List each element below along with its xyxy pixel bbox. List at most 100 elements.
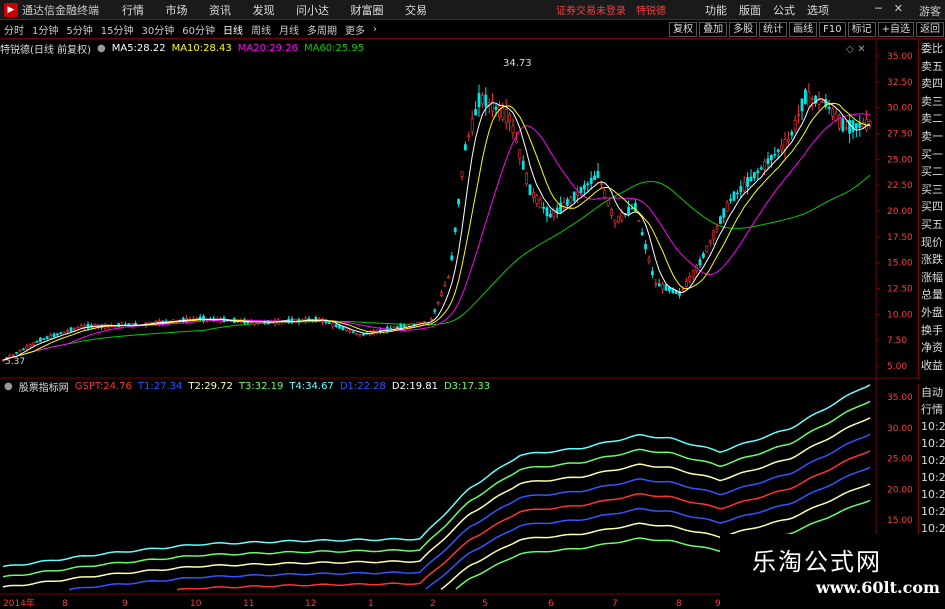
candle-body [831,108,835,117]
ma20-value: 29.26 [269,42,298,54]
ind-t3-value: 32.19 [254,380,284,392]
candle-body [508,114,512,122]
candle-body [786,138,790,142]
candle-body [712,230,716,240]
candle-body [436,301,440,304]
tick-row: 10:26 [921,471,945,484]
candle-body [470,118,474,132]
quote-field-label: 卖五 [921,59,943,73]
candle-body [402,325,406,328]
y-tick-label: 25.00 [887,155,913,165]
ma-info-bar: 特锐德(日线 前复权) ● MA5: 28.22 MA10: 28.43 MA2… [0,40,370,56]
candle-body [739,186,743,193]
ind-d3-label: D3: [443,380,462,392]
candle-body [701,253,705,258]
indicator-name[interactable]: 股票指标网 [19,379,69,394]
stock-title[interactable]: 特锐德(日线 前复权) [0,41,91,56]
candle-body [820,101,824,103]
candle-body [773,154,777,156]
ind-t1-value: 27.34 [153,380,183,392]
candle-body [647,258,651,262]
candle-body [715,226,719,230]
candle-body [698,259,702,266]
indicator-info-bar: ● 股票指标网 GSPT: 24.76 T1: 27.34 T2: 29.72 … [0,378,496,394]
candle-body [797,114,801,116]
ma20-label: MA20: [237,42,270,54]
candle-body [640,232,644,236]
candle-body [780,144,784,151]
candle-body [684,281,688,287]
quote-field-label: 卖四 [921,77,943,91]
quote-field-label: 涨幅 [921,270,943,284]
y-tick-label: 30.00 [887,424,913,434]
candle-body [361,333,365,336]
candle-body [579,187,583,194]
candle-body [729,198,733,202]
candle-body [582,184,586,190]
candle-body [854,123,858,129]
candle-body [732,191,736,201]
ma10-value: 28.43 [203,42,232,54]
quote-panel: 委比 卖五 卖四 卖三 卖二 卖一 买一 买二 买三 买四 买五 现价 涨跌 涨幅 总量 外盘 换手 净资 收益 [918,40,945,380]
x-tick-label: 8 [676,599,682,609]
candle-body [627,206,631,214]
quote-field-label: 买五 [921,217,943,231]
indicator-icon[interactable]: ● [4,381,13,392]
quote-field-label: 净资 [921,341,943,355]
x-tick-label: 1 [368,599,374,609]
candle-body [749,176,753,181]
candle-body [610,208,614,216]
x-tick-label: 9 [122,599,128,609]
x-tick-label: 5 [482,599,488,609]
y-tick-label: 25.00 [887,455,913,465]
candle-body [440,292,444,296]
candle-body [355,333,359,335]
settings-icon[interactable]: ● [97,43,106,54]
candle-body [589,177,593,184]
candle-body [603,189,607,198]
candle-body [514,139,518,143]
candle-body [681,288,685,291]
collapse-icon[interactable]: ◇ [846,44,854,55]
candle-body [463,144,467,151]
candle-body [443,284,447,287]
y-tick-label: 10.00 [887,310,913,320]
candle-body [59,332,63,334]
tick-row: 行情 [921,403,943,416]
ind-d2-value: 19.81 [409,380,438,392]
candle-body [735,192,739,195]
candle-body [76,326,80,329]
quote-field-label: 买三 [921,182,943,196]
candle-body [446,276,450,279]
candle-body [504,109,508,124]
candle-body [21,348,25,351]
candle-body [620,212,624,221]
x-tick-label: 2014年 [3,597,35,609]
close-panel-icon[interactable]: ✕ [857,44,865,55]
candle-body [480,95,484,104]
y-tick-label: 35.00 [887,393,913,403]
candle-body [616,215,620,223]
candle-body [511,125,515,133]
candle-body [460,171,464,177]
candle-body [35,340,39,343]
candle-body [542,206,546,209]
chart-canvas[interactable]: 35.0032.5030.0027.5025.0022.5020.0017.50… [0,0,945,609]
candle-body [11,354,15,356]
candle-body [518,149,522,159]
y-tick-label: 5.00 [887,362,907,372]
candle-body [606,200,610,206]
candle-body [562,202,566,210]
candle-body [572,191,576,202]
tick-row: 自动 [921,386,943,399]
quote-field-label: 买四 [921,200,943,214]
candle-body [844,127,848,130]
y-tick-label: 17.50 [887,233,913,243]
candle-body [348,330,352,333]
candle-body [69,327,73,332]
ind-t4-label: T4: [289,380,306,392]
candle-body [565,199,569,206]
x-tick-label: 8 [62,599,68,609]
candle-body [756,170,760,174]
y-tick-label: 35.00 [887,52,913,62]
